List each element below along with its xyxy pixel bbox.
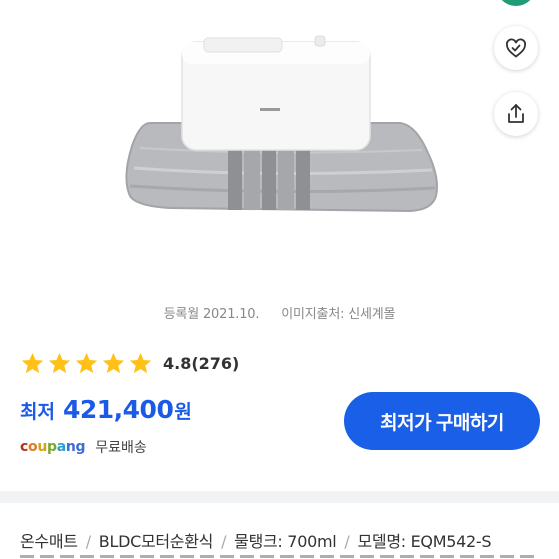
share-icon xyxy=(508,104,524,123)
product-specs: 온수매트 / BLDC모터순환식 / 물탱크: 700ml / 모델명: EQM542-S xyxy=(20,528,492,552)
rating[interactable]: 4.8 (276) xyxy=(20,350,239,376)
share-button[interactable] xyxy=(494,92,538,136)
spec-separator: / xyxy=(85,532,91,551)
spec-item: 물탱크: 700ml xyxy=(234,532,337,551)
floating-action-button[interactable] xyxy=(496,0,536,6)
spec-item: 온수매트 xyxy=(20,532,78,551)
product-meta: 등록월 2021.10. 이미지출처: 신세계몰 xyxy=(0,303,559,322)
star-icon xyxy=(48,352,71,373)
star-icon xyxy=(102,352,125,373)
seller-info: coupang 무료배송 xyxy=(20,437,147,457)
star-icon xyxy=(129,352,152,373)
spec-item: BLDC모터순환식 xyxy=(98,532,214,551)
free-shipping-label: 무료배송 xyxy=(95,440,147,456)
registered-date: 등록월 2021.10. xyxy=(163,307,260,322)
price-label: 최저 xyxy=(20,401,55,423)
heart-check-icon xyxy=(506,38,526,58)
rating-score: 4.8 xyxy=(163,353,192,373)
section-divider xyxy=(0,491,559,503)
image-source: 이미지출처: 신세계몰 xyxy=(281,307,396,322)
specs-overflow-line xyxy=(20,553,540,559)
review-count[interactable]: (276) xyxy=(191,354,239,373)
spec-item: 모델명: EQM542-S xyxy=(357,532,492,551)
spec-separator: / xyxy=(344,532,350,551)
buy-lowest-price-button[interactable]: 최저가 구매하기 xyxy=(344,392,540,450)
lowest-price: 최저 421,400 원 xyxy=(20,395,192,424)
star-icon xyxy=(75,352,98,373)
price-value: 421,400 xyxy=(62,395,174,424)
star-rating xyxy=(20,351,155,376)
star-icon xyxy=(21,352,44,373)
spec-separator: / xyxy=(221,532,227,551)
price-unit: 원 xyxy=(174,401,192,423)
product-image[interactable] xyxy=(110,28,450,228)
wishlist-button[interactable] xyxy=(494,26,538,70)
coupang-logo: coupang xyxy=(20,439,86,455)
